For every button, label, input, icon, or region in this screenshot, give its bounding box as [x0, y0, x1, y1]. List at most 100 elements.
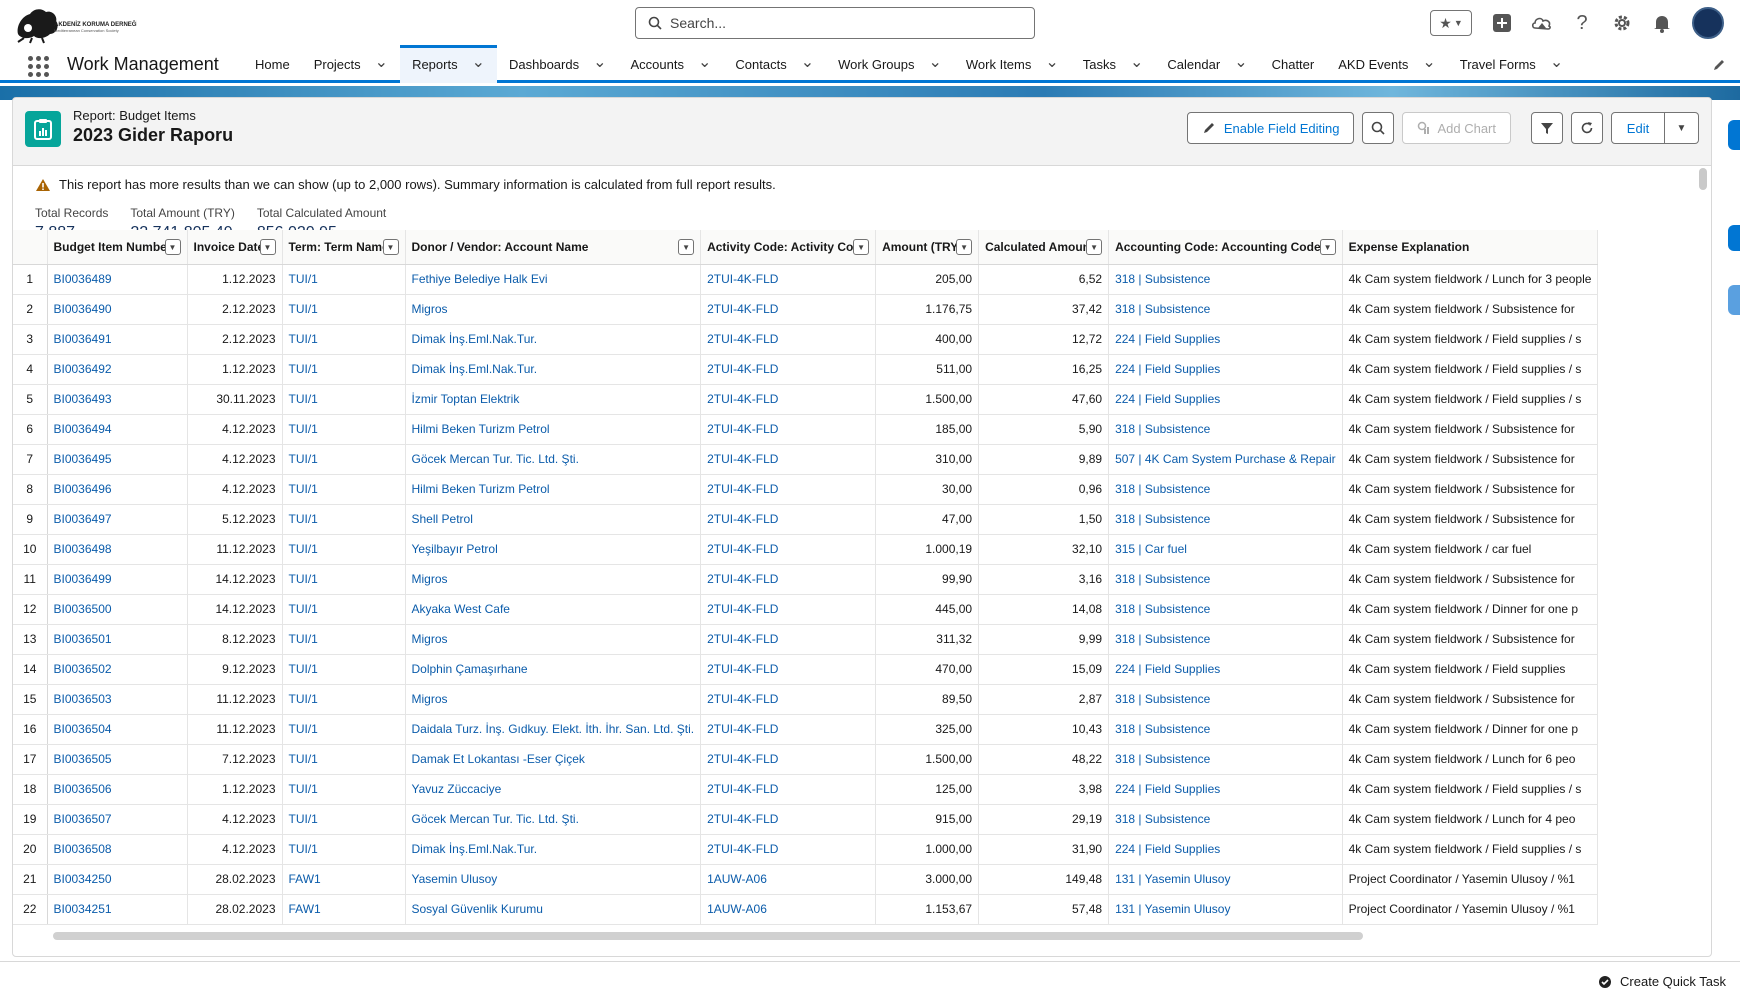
table-cell[interactable]: BI0036508 [47, 834, 188, 865]
table-cell[interactable]: BI0036492 [47, 354, 188, 385]
edit-nav-button[interactable] [1712, 58, 1726, 77]
table-cell[interactable]: TUI/1 [282, 474, 406, 505]
table-cell[interactable]: 2TUI-4K-FLD [700, 534, 877, 565]
table-cell[interactable]: BI0036491 [47, 324, 188, 355]
nav-tab-work-items[interactable]: Work Items ⌄ [954, 46, 1071, 83]
column-menu-icon[interactable]: ▼ [164, 239, 181, 255]
table-cell[interactable]: TUI/1 [282, 654, 406, 685]
table-cell[interactable]: 224 | Field Supplies [1108, 324, 1343, 355]
table-cell[interactable]: Shell Petrol [405, 504, 702, 535]
chevron-down-icon[interactable]: ⌄ [1422, 52, 1435, 72]
nav-tab-akd-events[interactable]: AKD Events ⌄ [1326, 46, 1448, 83]
table-cell[interactable]: BI0036507 [47, 804, 188, 835]
table-cell[interactable]: 224 | Field Supplies [1108, 774, 1343, 805]
column-header[interactable]: Invoice Date ▼ [187, 230, 283, 265]
table-cell[interactable]: TUI/1 [282, 684, 406, 715]
nav-tab-tasks[interactable]: Tasks ⌄ [1071, 46, 1156, 83]
table-cell[interactable]: TUI/1 [282, 354, 406, 385]
table-cell[interactable]: BI0036496 [47, 474, 188, 505]
help-button[interactable]: ? [1570, 11, 1594, 35]
table-cell[interactable]: BI0034251 [47, 894, 188, 925]
table-cell[interactable]: BI0036498 [47, 534, 188, 565]
table-cell[interactable]: BI0036493 [47, 384, 188, 415]
table-cell[interactable]: 2TUI-4K-FLD [700, 384, 877, 415]
table-cell[interactable]: BI0036501 [47, 624, 188, 655]
column-menu-icon[interactable]: ▼ [1086, 239, 1103, 255]
table-cell[interactable]: BI0036489 [47, 264, 188, 295]
enable-field-editing-button[interactable]: Enable Field Editing [1186, 112, 1355, 144]
column-menu-icon[interactable]: ▼ [1319, 239, 1336, 255]
user-avatar[interactable] [1692, 7, 1724, 39]
table-cell[interactable]: TUI/1 [282, 744, 406, 775]
table-cell[interactable]: TUI/1 [282, 594, 406, 625]
chevron-down-icon[interactable]: ⌄ [1130, 52, 1143, 72]
table-cell[interactable]: 2TUI-4K-FLD [700, 474, 877, 505]
column-header[interactable]: Term: Term Name ▼ [282, 230, 406, 265]
table-cell[interactable]: TUI/1 [282, 264, 406, 295]
column-menu-icon[interactable]: ▼ [259, 239, 276, 255]
table-cell[interactable]: 318 | Subsistence [1108, 264, 1343, 295]
column-header[interactable]: Donor / Vendor: Account Name ▼ [405, 230, 702, 265]
table-cell[interactable]: BI0036490 [47, 294, 188, 325]
app-launcher-icon[interactable] [28, 56, 50, 78]
table-cell[interactable]: Migros [405, 684, 702, 715]
table-cell[interactable]: Migros [405, 294, 702, 325]
table-cell[interactable]: BI0036499 [47, 564, 188, 595]
nav-tab-work-groups[interactable]: Work Groups ⌄ [826, 46, 954, 83]
table-cell[interactable]: TUI/1 [282, 384, 406, 415]
chevron-down-icon[interactable]: ⌄ [375, 52, 388, 72]
table-cell[interactable]: Dimak İnş.Eml.Nak.Tur. [405, 834, 702, 865]
filter-button[interactable] [1531, 112, 1563, 144]
table-cell[interactable]: FAW1 [282, 864, 406, 895]
table-cell[interactable]: 224 | Field Supplies [1108, 834, 1343, 865]
table-cell[interactable]: 1AUW-A06 [700, 894, 877, 925]
chevron-down-icon[interactable]: ⌄ [1045, 52, 1058, 72]
table-cell[interactable]: 2TUI-4K-FLD [700, 354, 877, 385]
column-menu-icon[interactable]: ▼ [956, 239, 973, 255]
table-cell[interactable]: BI0036500 [47, 594, 188, 625]
table-cell[interactable]: Dimak İnş.Eml.Nak.Tur. [405, 354, 702, 385]
global-search-input[interactable]: Search... [635, 7, 1035, 39]
table-cell[interactable]: Migros [405, 624, 702, 655]
table-cell[interactable]: 2TUI-4K-FLD [700, 564, 877, 595]
table-cell[interactable]: 224 | Field Supplies [1108, 354, 1343, 385]
table-cell[interactable]: BI0034250 [47, 864, 188, 895]
column-header[interactable]: Activity Code: Activity Code ▼ [700, 230, 877, 265]
chevron-down-icon[interactable]: ⌄ [928, 52, 941, 72]
nav-tab-calendar[interactable]: Calendar ⌄ [1155, 46, 1259, 83]
table-cell[interactable]: 2TUI-4K-FLD [700, 684, 877, 715]
table-cell[interactable]: 318 | Subsistence [1108, 744, 1343, 775]
table-cell[interactable]: 318 | Subsistence [1108, 414, 1343, 445]
table-cell[interactable]: 2TUI-4K-FLD [700, 414, 877, 445]
table-cell[interactable]: Sosyal Güvenlik Kurumu [405, 894, 702, 925]
edit-button[interactable]: Edit [1611, 112, 1665, 144]
table-cell[interactable]: 2TUI-4K-FLD [700, 834, 877, 865]
table-cell[interactable]: TUI/1 [282, 534, 406, 565]
table-cell[interactable]: TUI/1 [282, 414, 406, 445]
table-cell[interactable]: 318 | Subsistence [1108, 804, 1343, 835]
side-panel-handle[interactable] [1728, 120, 1740, 150]
search-report-button[interactable] [1362, 112, 1395, 144]
table-cell[interactable]: 131 | Yasemin Ulusoy [1108, 894, 1343, 925]
table-cell[interactable]: 318 | Subsistence [1108, 504, 1343, 535]
table-cell[interactable]: BI0036504 [47, 714, 188, 745]
table-cell[interactable]: BI0036495 [47, 444, 188, 475]
table-cell[interactable]: Fethiye Belediye Halk Evi [405, 264, 702, 295]
table-cell[interactable]: 2TUI-4K-FLD [700, 714, 877, 745]
column-menu-icon[interactable]: ▼ [382, 239, 399, 255]
table-cell[interactable]: 2TUI-4K-FLD [700, 654, 877, 685]
table-cell[interactable]: 224 | Field Supplies [1108, 384, 1343, 415]
table-cell[interactable]: 315 | Car fuel [1108, 534, 1343, 565]
table-cell[interactable]: TUI/1 [282, 294, 406, 325]
column-header[interactable]: Budget Item Number ▼ [47, 230, 188, 265]
chevron-down-icon[interactable]: ⌄ [593, 52, 606, 72]
table-cell[interactable]: BI0036502 [47, 654, 188, 685]
table-cell[interactable]: Dolphin Çamaşırhane [405, 654, 702, 685]
table-cell[interactable]: Dimak İnş.Eml.Nak.Tur. [405, 324, 702, 355]
column-menu-icon[interactable]: ▼ [853, 239, 870, 255]
table-cell[interactable]: 2TUI-4K-FLD [700, 264, 877, 295]
table-cell[interactable]: 131 | Yasemin Ulusoy [1108, 864, 1343, 895]
table-cell[interactable]: 318 | Subsistence [1108, 684, 1343, 715]
table-cell[interactable]: 318 | Subsistence [1108, 294, 1343, 325]
akd-logo[interactable]: AKDENİZ KORUMA DERNEĞİ Mediterranean Con… [12, 4, 138, 44]
